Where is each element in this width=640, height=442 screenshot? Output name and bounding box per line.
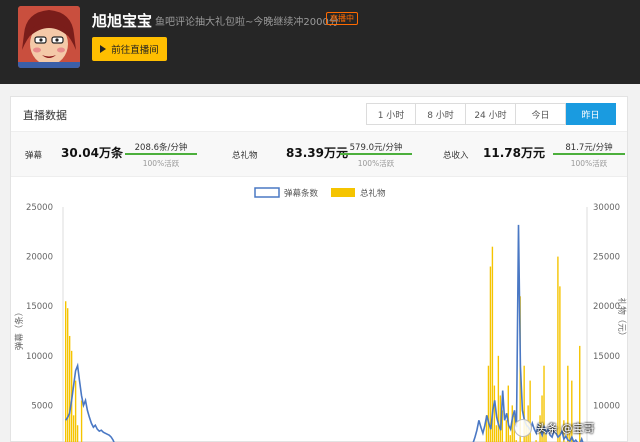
gift-series: [65, 246, 581, 442]
left-axis-label: 弹幕（条）: [14, 308, 25, 351]
gift-bar: [495, 425, 498, 442]
gift-bar: [487, 365, 490, 442]
play-icon: [100, 45, 107, 53]
time-range-tabs: 1 小时 8 小时 24 小时 今日 昨日: [366, 103, 616, 125]
room-description: 鱼吧评论抽大礼包啦~今晚继续冲2000分: [155, 17, 339, 28]
income-active: 100%活跃: [570, 159, 608, 168]
danmu-value: 30.04万条: [61, 146, 123, 160]
gift-bar: [72, 415, 75, 442]
tab-1-hour[interactable]: 1 小时: [366, 103, 416, 125]
gift-bar: [497, 355, 500, 442]
live-data-chart: 弹幕条数 总礼物 25000 20000 15000 10000 5000 30000 2…: [14, 187, 627, 442]
toutiao-logo-icon: [514, 419, 532, 437]
watermark-text: 头条 @宝哥: [536, 422, 595, 435]
legend-swatch-danmu: [254, 187, 280, 198]
right-tick-label: 30000: [593, 203, 620, 213]
right-axis-label: 礼物（元）: [616, 298, 627, 341]
avatar-illustration: [18, 6, 80, 68]
gift-bar: [493, 385, 496, 442]
danmu-rate-bar: [125, 153, 197, 155]
left-tick-label: 10000: [26, 352, 53, 362]
gift-rate: 579.0元/分钟: [349, 143, 403, 153]
danmu-active: 100%活跃: [142, 159, 180, 168]
gift-active: 100%活跃: [357, 159, 395, 168]
panel-title: 直播数据: [23, 109, 67, 122]
legend-swatch-gift: [331, 188, 355, 197]
danmu-series-line: [65, 224, 584, 442]
top-header: 旭旭宝宝 鱼吧评论抽大礼包啦~今晚继续冲2000分 直播中 前往直播间: [0, 0, 640, 84]
watermark: 头条 @宝哥: [514, 418, 595, 438]
streamer-name[interactable]: 旭旭宝宝: [92, 10, 152, 31]
right-tick-label: 20000: [593, 302, 620, 312]
legend-label-danmu: 弹幕条数: [284, 188, 319, 199]
gift-label: 总礼物: [232, 151, 258, 161]
left-tick-label: 5000: [31, 401, 53, 411]
live-status-badge: 直播中: [326, 12, 358, 25]
right-axis-ticks: 30000250002000015000100005000: [593, 203, 620, 411]
tab-yesterday[interactable]: 昨日: [566, 103, 616, 125]
go-to-live-room-button[interactable]: 前往直播间: [92, 37, 167, 61]
danmu-stat: 弹幕 30.04万条 208.6条/分钟 100%活跃: [11, 132, 216, 178]
income-rate-bar: [553, 153, 625, 155]
gift-bar: [65, 301, 67, 442]
right-tick-label: 10000: [593, 401, 620, 411]
gift-bar: [80, 400, 83, 442]
gift-bar: [509, 435, 511, 442]
tab-today[interactable]: 今日: [516, 103, 566, 125]
gift-bar: [557, 256, 559, 442]
gift-stat: 总礼物 83.39万元 579.0元/分钟 100%活跃: [216, 132, 421, 178]
chart-legend: 弹幕条数 总礼物: [254, 187, 386, 199]
left-tick-label: 25000: [26, 203, 53, 213]
income-value: 11.78万元: [483, 146, 545, 160]
income-stat: 总收入 11.78万元 81.7元/分钟 100%活跃: [421, 132, 627, 178]
gift-rate-bar: [340, 153, 412, 155]
tab-24-hours[interactable]: 24 小时: [466, 103, 516, 125]
live-data-panel: 直播数据 1 小时 8 小时 24 小时 今日 昨日 弹幕 30.04万条 20…: [10, 96, 628, 442]
legend-label-gift: 总礼物: [360, 188, 386, 199]
stats-row: 弹幕 30.04万条 208.6条/分钟 100%活跃 总礼物 83.39万元 …: [11, 131, 627, 177]
right-tick-label: 15000: [593, 352, 620, 362]
gift-bar: [507, 385, 509, 442]
gift-bar: [74, 380, 77, 442]
streamer-avatar[interactable]: [18, 6, 80, 68]
gift-bar: [68, 335, 71, 442]
gift-bar: [505, 420, 507, 442]
go-to-live-room-label: 前往直播间: [111, 45, 159, 56]
income-label: 总收入: [443, 151, 469, 161]
danmu-label: 弹幕: [25, 151, 43, 161]
income-rate: 81.7元/分钟: [565, 143, 613, 153]
left-tick-label: 15000: [26, 302, 53, 312]
left-tick-label: 20000: [26, 253, 53, 263]
gift-bar: [76, 425, 79, 442]
gift-bar: [66, 308, 69, 442]
right-tick-label: 25000: [593, 253, 620, 263]
danmu-rate: 208.6条/分钟: [134, 143, 188, 153]
gift-value: 83.39万元: [286, 146, 348, 160]
gift-bar: [489, 266, 492, 442]
tab-8-hours[interactable]: 8 小时: [416, 103, 466, 125]
left-axis-ticks: 25000 20000 15000 10000 5000: [26, 203, 53, 411]
